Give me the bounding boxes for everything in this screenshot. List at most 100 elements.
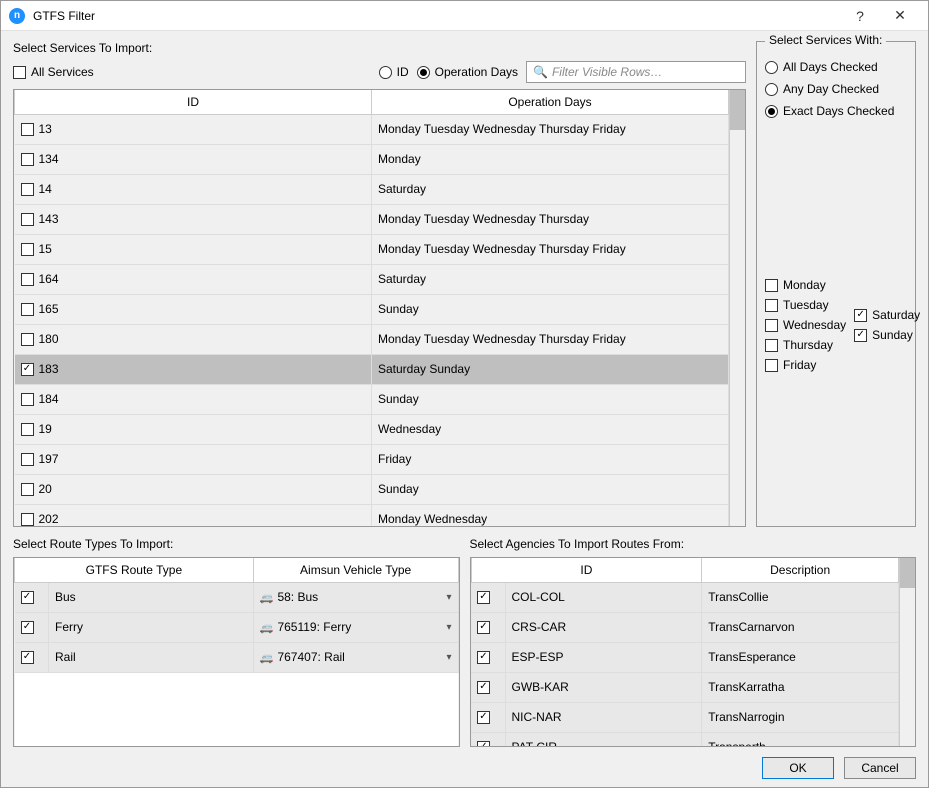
col-id[interactable]: ID [15,90,372,114]
row-days: Monday [372,144,729,174]
row-checkbox[interactable]: 19 [21,422,366,436]
col-aimsun-type[interactable]: Aimsun Vehicle Type [253,558,458,582]
col-opdays[interactable]: Operation Days [372,90,729,114]
close-button[interactable]: ✕ [880,2,920,30]
table-row[interactable]: 202 Monday Wednesday [15,504,729,527]
cancel-button[interactable]: Cancel [844,757,916,779]
row-checkbox[interactable] [477,681,499,694]
ok-button[interactable]: OK [762,757,834,779]
col-agency-id[interactable]: ID [471,558,702,582]
table-row[interactable]: 13 Monday Tuesday Wednesday Thursday Fri… [15,114,729,144]
row-checkbox[interactable]: 165 [21,302,366,316]
row-days: Saturday [372,174,729,204]
vehicle-type-select[interactable]: 🚐765119: Ferry▾ [253,612,458,642]
vehicle-type-select[interactable]: 🚐58: Bus▾ [253,582,458,612]
day-checkbox[interactable]: Monday [765,278,846,292]
filter-option[interactable]: All Days Checked [765,60,907,74]
agency-desc: TransCollie [702,582,899,612]
table-row[interactable]: 197 Friday [15,444,729,474]
filter-option-label: All Days Checked [783,60,878,74]
filter-option[interactable]: Any Day Checked [765,82,907,96]
search-input[interactable] [552,65,739,79]
row-checkbox[interactable]: 180 [21,332,366,346]
row-checkbox[interactable]: 134 [21,152,366,166]
row-id: 143 [39,212,59,226]
filter-option[interactable]: Exact Days Checked [765,104,907,118]
table-row[interactable]: GWB-KAR TransKarratha [471,672,899,702]
services-scrollbar[interactable] [729,90,745,526]
services-table[interactable]: ID Operation Days 13 Monday Tuesday Wedn… [14,90,729,527]
row-checkbox[interactable] [477,591,499,604]
row-checkbox[interactable]: 14 [21,182,366,196]
row-checkbox[interactable]: 197 [21,452,366,466]
route-types-table[interactable]: GTFS Route Type Aimsun Vehicle Type Bus … [14,558,459,747]
table-row[interactable]: 134 Monday [15,144,729,174]
row-checkbox[interactable] [21,621,43,634]
scroll-thumb[interactable] [900,558,915,588]
row-checkbox[interactable]: 184 [21,392,366,406]
row-checkbox[interactable] [477,621,499,634]
day-checkbox[interactable]: Sunday [854,328,920,342]
row-checkbox[interactable]: 143 [21,212,366,226]
day-label: Saturday [872,308,920,322]
row-checkbox[interactable]: 183 [21,362,366,376]
table-row[interactable]: PAT-CIR Transperth [471,732,899,747]
table-row[interactable]: 165 Sunday [15,294,729,324]
row-checkbox[interactable] [477,651,499,664]
table-row[interactable]: 20 Sunday [15,474,729,504]
row-checkbox[interactable]: 15 [21,242,366,256]
radio-operation-days[interactable]: Operation Days [417,65,518,79]
scroll-thumb[interactable] [730,90,745,130]
table-row[interactable]: CRS-CAR TransCarnarvon [471,612,899,642]
row-checkbox[interactable] [21,651,43,664]
day-checkbox[interactable]: Saturday [854,308,920,322]
help-button[interactable]: ? [840,2,880,30]
row-id: 134 [39,152,59,166]
row-checkbox[interactable]: 13 [21,122,366,136]
radio-id-label: ID [397,65,409,79]
row-checkbox[interactable]: 164 [21,272,366,286]
vehicle-icon: 🚐 [260,592,274,604]
agency-id: CRS-CAR [505,612,702,642]
row-checkbox[interactable] [477,711,499,724]
row-checkbox[interactable] [477,741,499,748]
table-row[interactable]: Rail 🚐767407: Rail▾ [15,642,459,672]
table-row[interactable]: Bus 🚐58: Bus▾ [15,582,459,612]
day-checkbox[interactable]: Thursday [765,338,846,352]
route-types-label: Select Route Types To Import: [13,537,460,551]
services-label: Select Services To Import: [13,41,746,55]
table-row[interactable]: 180 Monday Tuesday Wednesday Thursday Fr… [15,324,729,354]
titlebar: n GTFS Filter ? ✕ [1,1,928,31]
table-row[interactable]: COL-COL TransCollie [471,582,899,612]
day-checkbox[interactable]: Wednesday [765,318,846,332]
vehicle-type-select[interactable]: 🚐767407: Rail▾ [253,642,458,672]
search-box[interactable]: 🔍 [526,61,746,83]
table-row[interactable]: 164 Saturday [15,264,729,294]
table-row[interactable]: 183 Saturday Sunday [15,354,729,384]
all-services-checkbox[interactable]: All Services [13,65,94,79]
day-checkbox[interactable]: Friday [765,358,846,372]
table-row[interactable]: NIC-NAR TransNarrogin [471,702,899,732]
radio-opdays-label: Operation Days [435,65,518,79]
table-row[interactable]: 143 Monday Tuesday Wednesday Thursday [15,204,729,234]
day-checkbox[interactable]: Tuesday [765,298,846,312]
row-id: 184 [39,392,59,406]
radio-id[interactable]: ID [379,65,409,79]
table-row[interactable]: 19 Wednesday [15,414,729,444]
agencies-table[interactable]: ID Description COL-COL TransCollie CRS-C… [471,558,900,747]
agencies-label: Select Agencies To Import Routes From: [470,537,917,551]
table-row[interactable]: 14 Saturday [15,174,729,204]
table-row[interactable]: 15 Monday Tuesday Wednesday Thursday Fri… [15,234,729,264]
table-row[interactable]: ESP-ESP TransEsperance [471,642,899,672]
col-gtfs-type[interactable]: GTFS Route Type [15,558,254,582]
row-checkbox[interactable]: 202 [21,512,366,526]
agencies-scrollbar[interactable] [899,558,915,746]
col-agency-desc[interactable]: Description [702,558,899,582]
table-row[interactable]: 184 Sunday [15,384,729,414]
row-days: Sunday [372,384,729,414]
row-days: Monday Tuesday Wednesday Thursday Friday [372,114,729,144]
table-row[interactable]: Ferry 🚐765119: Ferry▾ [15,612,459,642]
day-label: Sunday [872,328,913,342]
row-checkbox[interactable]: 20 [21,482,366,496]
row-checkbox[interactable] [21,591,43,604]
